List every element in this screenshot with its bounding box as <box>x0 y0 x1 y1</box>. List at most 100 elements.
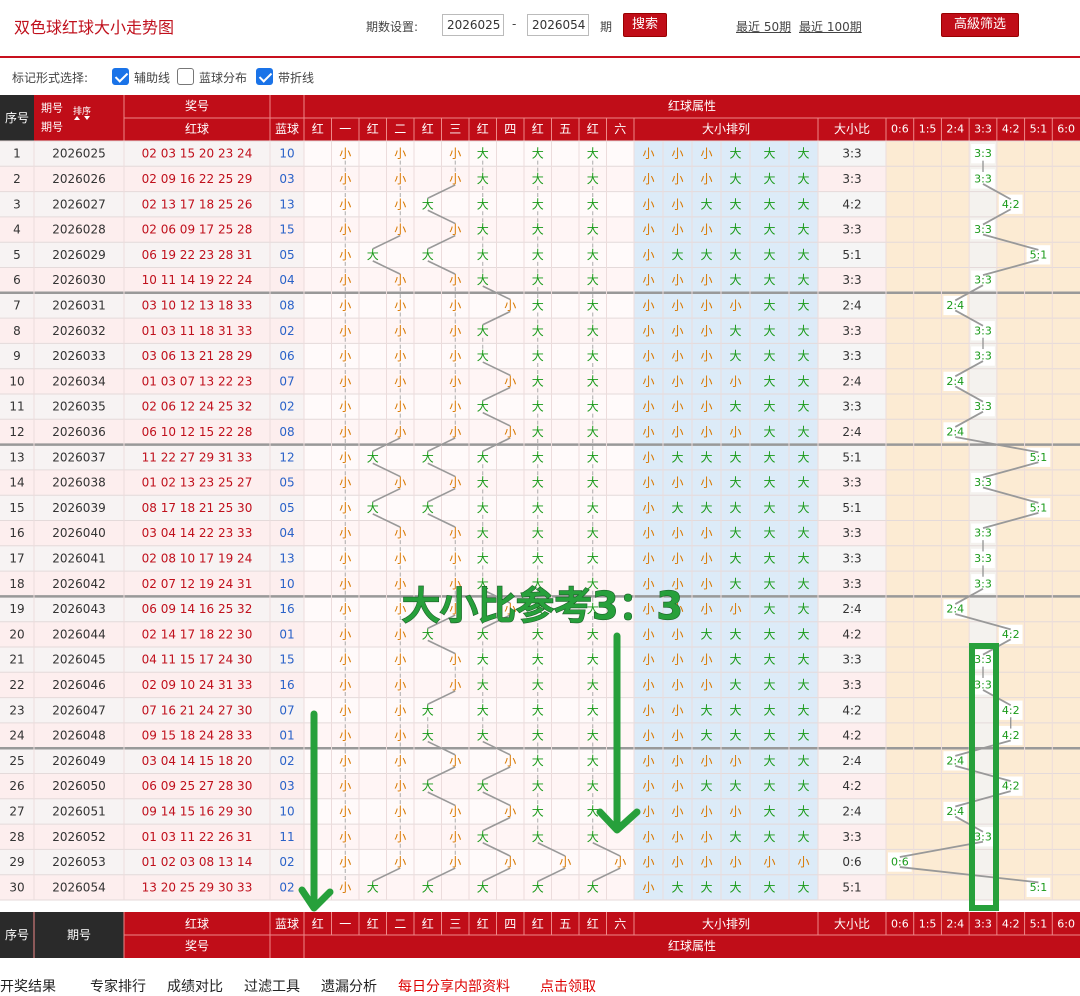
polyline-checkbox[interactable] <box>256 68 273 85</box>
blue-dist-checkbox[interactable] <box>177 68 194 85</box>
position-trend-line <box>592 867 621 883</box>
order-size-mark: 小 <box>642 577 654 591</box>
order-size-mark: 小 <box>700 551 712 565</box>
order-size-mark: 大 <box>763 627 775 641</box>
position-size-mark: 大 <box>477 551 489 565</box>
footer-ratio-col-header: 0:6 <box>891 918 909 931</box>
ratio-marker-bg <box>971 548 995 569</box>
row-blue-ball: 01 <box>279 627 294 641</box>
row-bg <box>304 596 634 622</box>
ratio-marker: 5:1 <box>1030 248 1048 261</box>
position-header: 红 <box>312 121 324 136</box>
position-size-mark: 大 <box>587 172 599 186</box>
ratio-marker: 4:2 <box>1002 780 1020 793</box>
position-size-mark: 大 <box>532 779 544 793</box>
position-size-mark: 大 <box>587 703 599 717</box>
ratio-marker: 3:3 <box>974 400 992 413</box>
position-size-mark: 大 <box>587 627 599 641</box>
order-size-mark: 小 <box>642 172 654 186</box>
position-size-mark: 小 <box>394 349 406 363</box>
end-period-input[interactable]: 2026054 <box>527 14 589 36</box>
order-size-mark: 小 <box>671 779 683 793</box>
row-blue-ball: 02 <box>279 400 294 414</box>
row-seq: 15 <box>9 501 24 515</box>
position-size-mark: 大 <box>532 197 544 211</box>
position-trend-line <box>372 437 401 452</box>
row-bg <box>304 368 634 394</box>
ratio-trend-line <box>982 233 1039 251</box>
position-size-mark: 大 <box>587 324 599 338</box>
recent-50-link[interactable]: 最近 50期 <box>736 18 791 35</box>
row-seq: 13 <box>9 450 24 464</box>
period-header: 期号 <box>41 102 63 115</box>
row-blue-ball: 10 <box>279 577 294 591</box>
ratio-trend-line <box>982 638 1012 656</box>
row-bg <box>0 267 304 293</box>
order-size-mark: 大 <box>797 223 809 237</box>
row-ratio: 2:4 <box>842 298 861 312</box>
aux-line-checkbox[interactable] <box>112 68 129 85</box>
advanced-filter-button[interactable]: 高級筛选 <box>941 13 1019 37</box>
row-bg <box>0 368 304 394</box>
row-bg <box>818 141 886 167</box>
order-size-mark: 大 <box>797 450 809 464</box>
position-size-mark: 小 <box>339 476 351 490</box>
footer-promo-link[interactable]: 每日分享内部资料 <box>398 976 510 996</box>
position-header: 六 <box>614 122 626 136</box>
position-size-mark: 小 <box>504 298 516 312</box>
row-period: 2026050 <box>52 779 105 793</box>
row-red-balls: 02 09 10 24 31 33 <box>142 678 253 692</box>
position-size-mark: 大 <box>367 880 379 894</box>
position-trend-line <box>482 740 511 756</box>
footer-link-compare[interactable]: 成绩对比 <box>167 976 223 996</box>
footer-ratio-col-header: 1:5 <box>919 918 937 931</box>
row-ratio: 3:3 <box>842 678 861 692</box>
position-size-mark: 大 <box>587 830 599 844</box>
order-size-mark: 小 <box>642 627 654 641</box>
footer-claim-link[interactable]: 点击领取 <box>540 976 596 996</box>
footer-link-results[interactable]: 开奖结果 <box>0 976 56 996</box>
order-size-mark: 大 <box>729 172 741 186</box>
row-bg <box>818 722 886 749</box>
footer-order-header: 大小排列 <box>702 917 750 931</box>
position-size-mark: 小 <box>339 855 351 869</box>
row-ratio: 2:4 <box>842 425 861 439</box>
order-size-mark: 小 <box>700 147 712 161</box>
ratio-marker-bg <box>971 346 995 366</box>
footer-link-omission[interactable]: 遗漏分析 <box>321 976 377 996</box>
ratio-header: 大小比 <box>834 122 870 136</box>
order-size-mark: 大 <box>763 577 775 591</box>
row-seq: 24 <box>9 729 24 743</box>
search-button[interactable]: 搜索 <box>623 13 667 37</box>
order-size-mark: 大 <box>797 324 809 338</box>
sort-arrows-icon <box>74 116 90 120</box>
footer-link-filter[interactable]: 过滤工具 <box>244 976 300 996</box>
row-seq: 27 <box>9 804 24 818</box>
start-period-input[interactable]: 2026025 <box>442 14 504 36</box>
footer-ratio-col-header: 3:3 <box>974 918 992 931</box>
row-bg <box>304 697 634 723</box>
position-size-mark: 小 <box>339 172 351 186</box>
row-seq: 3 <box>13 197 21 211</box>
footer-link-experts[interactable]: 专家排行 <box>90 976 146 996</box>
footer-position-header: 一 <box>339 917 351 931</box>
position-size-mark: 小 <box>394 374 406 388</box>
order-size-mark: 小 <box>671 298 683 312</box>
position-trend-line <box>427 487 456 503</box>
position-size-mark: 大 <box>477 779 489 793</box>
position-trend-line <box>427 690 456 705</box>
order-size-mark: 小 <box>642 526 654 540</box>
row-bg <box>818 166 886 192</box>
ratio-marker-bg <box>971 270 995 290</box>
position-size-mark: 大 <box>532 526 544 540</box>
position-trend-line <box>482 791 511 807</box>
ratio-marker: 3:3 <box>974 172 992 185</box>
ratio-marker-bg <box>943 295 968 316</box>
order-size-mark: 大 <box>797 653 809 667</box>
footer-ratio-col-header: 5:1 <box>1030 918 1048 931</box>
row-red-balls: 01 02 13 23 25 27 <box>142 476 253 490</box>
position-size-mark: 大 <box>532 147 544 161</box>
order-size-mark: 小 <box>700 223 712 237</box>
order-size-mark: 大 <box>763 729 775 743</box>
recent-100-link[interactable]: 最近 100期 <box>799 18 862 35</box>
